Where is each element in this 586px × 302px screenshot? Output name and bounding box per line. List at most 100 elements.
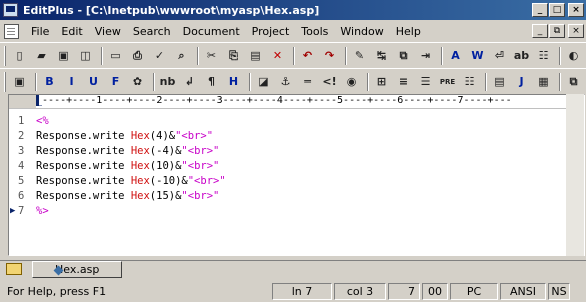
function-name: Hex	[130, 144, 150, 157]
list-icon[interactable]: ☷	[460, 72, 479, 91]
line-number: 4	[18, 159, 25, 172]
menu-window[interactable]: Window	[334, 25, 389, 38]
status-column: col 3	[334, 283, 386, 300]
print-preview-icon[interactable]: ▭	[106, 46, 125, 65]
code-line[interactable]: 1 <%	[9, 113, 226, 128]
anchor-icon[interactable]: ⚓	[276, 72, 295, 91]
window-title: EditPlus - [C:\Inetpub\wwwroot\myasp\Hex…	[23, 3, 320, 17]
save-icon[interactable]: ▣	[54, 46, 73, 65]
menu-view[interactable]: View	[89, 25, 127, 38]
code-line[interactable]: 2 Response.write Hex (4) & "<br>"	[9, 128, 226, 143]
horizontal-rule-icon[interactable]: ═	[298, 72, 317, 91]
status-char-code: 00	[422, 283, 448, 300]
spell-check-icon[interactable]: ✓	[150, 46, 169, 65]
paste-icon[interactable]: ▤	[246, 46, 265, 65]
save-all-icon[interactable]: ◫	[76, 46, 95, 65]
toolbar-separator	[35, 72, 37, 91]
color-icon[interactable]: ✿	[128, 72, 147, 91]
code-text: (4)	[149, 129, 169, 142]
function-name: Hex	[130, 159, 150, 172]
sort-icon[interactable]: ☷	[534, 46, 553, 65]
paragraph-break-icon[interactable]: ↲	[180, 72, 199, 91]
heading-icon[interactable]: H	[224, 72, 243, 91]
toolbar-grip[interactable]	[4, 45, 6, 66]
doc-close-button[interactable]: ×	[568, 24, 584, 38]
menu-project[interactable]: Project	[246, 25, 296, 38]
delete-icon[interactable]: ✕	[268, 46, 287, 65]
tab-hex-asp[interactable]: Hex.asp	[32, 261, 122, 278]
cut-icon[interactable]: ✂	[202, 46, 221, 65]
document-icon[interactable]	[4, 24, 19, 39]
open-folder-icon[interactable]: ▰	[32, 46, 51, 65]
maximize-button[interactable]: □	[549, 3, 565, 17]
doc-restore-button[interactable]: ⧉	[549, 24, 565, 38]
redo-icon[interactable]: ↷	[320, 46, 339, 65]
status-line: ln 7	[272, 283, 332, 300]
editor-area[interactable]: ▐----+----1----+----2----+----3----+----…	[8, 94, 585, 256]
minimize-button[interactable]: _	[532, 3, 548, 17]
html-toolbar: ▣ B I U F ✿ nb ↲ ¶ H ◪ ⚓ ═ <! ◉ ⊞ ≡ ☰ PRE ☷ ▤ J ▦ ⧉	[0, 68, 586, 94]
line-break-icon[interactable]: ⏎	[490, 46, 509, 65]
align-justify-icon[interactable]: ☰	[416, 72, 435, 91]
line-number: 1	[18, 114, 25, 127]
toolbar-separator	[441, 46, 443, 65]
toolbar-separator	[367, 72, 369, 91]
align-center-icon[interactable]: ≡	[394, 72, 413, 91]
font-icon[interactable]: A	[446, 46, 465, 65]
menu-document[interactable]: Document	[177, 25, 246, 38]
bold-icon[interactable]: B	[40, 72, 59, 91]
quick-toolbar-icon[interactable]: ▣	[10, 72, 29, 91]
undo-icon[interactable]: ↶	[298, 46, 317, 65]
doc-minimize-button[interactable]: _	[532, 24, 548, 38]
code-lines: 1 <% 2 Response.write Hex (4) & "<br>" 3 Respons…	[9, 113, 226, 218]
print-icon[interactable]: ⎙	[128, 46, 147, 65]
paste-special-icon[interactable]: ⧉	[394, 46, 413, 65]
table-icon[interactable]: ⊞	[372, 72, 391, 91]
extra-icon[interactable]: ⧉	[564, 72, 583, 91]
code-line[interactable]: 5 Response.write Hex (-10) & "<br>"	[9, 173, 226, 188]
word-wrap-icon[interactable]: W	[468, 46, 487, 65]
menu-help[interactable]: Help	[390, 25, 427, 38]
code-line[interactable]: 4 Response.write Hex (10) & "<br>"	[9, 158, 226, 173]
font-face-icon[interactable]: F	[106, 72, 125, 91]
folder-icon[interactable]	[6, 263, 22, 275]
toolbar-grip[interactable]	[4, 71, 6, 92]
notes-icon[interactable]: ▤	[490, 72, 509, 91]
find-icon[interactable]: ⌕	[172, 46, 191, 65]
new-file-icon[interactable]: ▯	[10, 46, 29, 65]
toolbar-separator	[293, 46, 295, 65]
script-icon[interactable]: ▦	[534, 72, 553, 91]
app-icon[interactable]	[3, 3, 18, 17]
browser-icon[interactable]: ◐	[564, 46, 583, 65]
abcd-icon[interactable]: ab	[512, 46, 531, 65]
code-text: Response.write	[36, 144, 131, 157]
menu-search[interactable]: Search	[127, 25, 177, 38]
underline-icon[interactable]: U	[84, 72, 103, 91]
menu-file[interactable]: File	[25, 25, 55, 38]
nbsp-icon[interactable]: nb	[158, 72, 177, 91]
code-text: (10)	[149, 159, 176, 172]
highlight-icon[interactable]: ✎	[350, 46, 369, 65]
italic-icon[interactable]: I	[62, 72, 81, 91]
replace-icon[interactable]: ↹	[372, 46, 391, 65]
code-line[interactable]: 7 ▶ %>	[9, 203, 226, 218]
vertical-scrollbar[interactable]	[566, 94, 584, 256]
comment-icon[interactable]: <!	[320, 72, 339, 91]
toolbar-separator	[559, 46, 561, 65]
indent-icon[interactable]: ⇥	[416, 46, 435, 65]
pilcrow-icon[interactable]: ¶	[202, 72, 221, 91]
line-number: 5	[18, 174, 25, 187]
image-icon[interactable]: ◪	[254, 72, 273, 91]
circle-icon[interactable]: ◉	[342, 72, 361, 91]
line-number: 2	[18, 129, 25, 142]
code-line[interactable]: 3 Response.write Hex (-4) & "<br>"	[9, 143, 226, 158]
status-help-text: For Help, press F1	[7, 285, 107, 298]
code-line[interactable]: 6 Response.write Hex (15) & "<br>"	[9, 188, 226, 203]
menu-tools[interactable]: Tools	[295, 25, 334, 38]
pre-icon[interactable]: PRE	[438, 72, 457, 91]
close-button[interactable]: ×	[568, 3, 584, 17]
menu-edit[interactable]: Edit	[55, 25, 88, 38]
copy-icon[interactable]: ⎘	[224, 46, 243, 65]
java-icon[interactable]: J	[512, 72, 531, 91]
string-literal: "<br>"	[187, 174, 226, 187]
